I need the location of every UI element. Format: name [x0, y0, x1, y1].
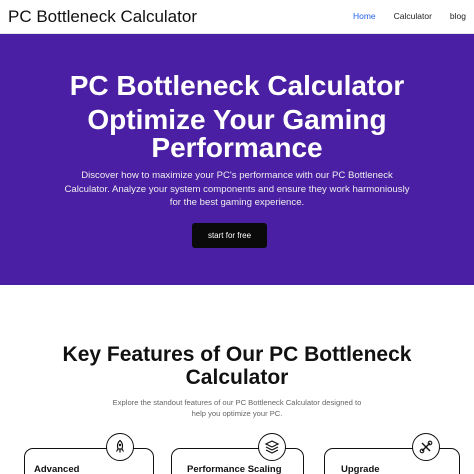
hero-section: PC Bottleneck Calculator Optimize Your G… [0, 34, 474, 285]
feature-card-label: Advanced [34, 464, 80, 474]
rocket-icon [106, 433, 134, 461]
feature-card-label: Upgrade [341, 464, 380, 474]
site-brand[interactable]: PC Bottleneck Calculator [8, 7, 197, 27]
top-navbar: PC Bottleneck Calculator Home Calculator… [0, 0, 474, 34]
nav-blog-link[interactable]: blog [450, 11, 466, 21]
nav-home-link[interactable]: Home [353, 11, 376, 21]
feature-card-label: Performance Scaling [187, 464, 282, 474]
nav-links: Home Calculator blog [353, 11, 466, 21]
hero-title: PC Bottleneck Calculator [69, 70, 405, 101]
nav-calculator-link[interactable]: Calculator [394, 11, 432, 21]
features-title: Key Features of Our PC Bottleneck Calcul… [62, 343, 412, 389]
hero-description: Discover how to maximize your PC's perfo… [64, 170, 410, 208]
start-for-free-button[interactable]: start for free [192, 223, 267, 248]
features-section: Key Features of Our PC Bottleneck Calcul… [0, 285, 474, 474]
hero-subtitle: Optimize Your Gaming Performance [87, 104, 387, 163]
feature-card-advanced[interactable]: Advanced [24, 448, 154, 474]
feature-card-upgrade[interactable]: Upgrade [324, 448, 460, 474]
tools-icon [412, 433, 440, 461]
features-description: Explore the standout features of our PC … [112, 398, 362, 418]
layers-icon [258, 433, 286, 461]
